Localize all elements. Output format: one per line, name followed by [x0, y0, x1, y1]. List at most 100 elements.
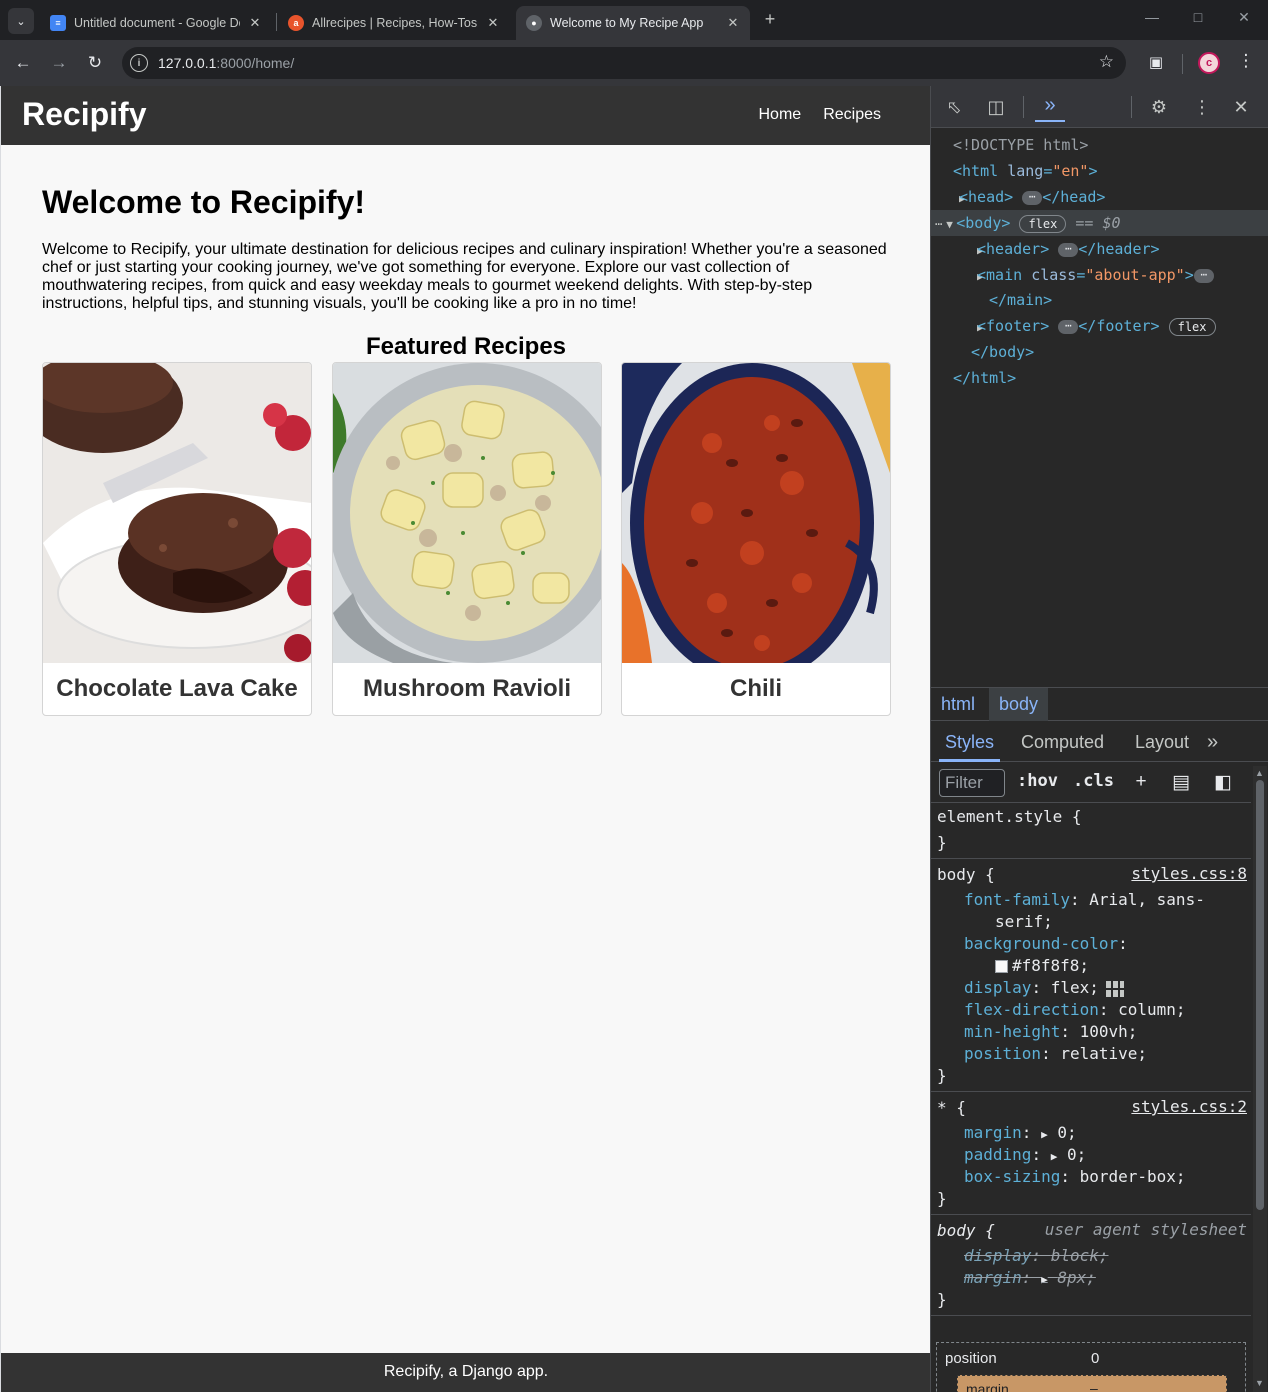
- recipe-card-title[interactable]: Chocolate Lava Cake: [43, 675, 311, 703]
- rule-source-link[interactable]: styles.css:2: [1131, 1097, 1247, 1116]
- recipe-card-title[interactable]: Chili: [622, 675, 890, 703]
- recipe-image-chocolate-lava-cake[interactable]: [43, 363, 311, 663]
- dom-node-head[interactable]: ▶<head> ⋯ </head>: [931, 184, 1268, 210]
- tab-computed[interactable]: Computed: [1021, 722, 1104, 762]
- expand-triangle-icon[interactable]: ▶: [931, 315, 984, 341]
- tab-layout[interactable]: Layout: [1135, 722, 1189, 762]
- bookmark-star-icon[interactable]: ☆: [1099, 52, 1114, 72]
- flexbox-editor-icon[interactable]: [1105, 980, 1125, 998]
- site-info-icon[interactable]: i: [130, 54, 148, 72]
- devtools-menu-icon[interactable]: ⋮: [1189, 95, 1215, 119]
- box-model-position-value[interactable]: 0: [1091, 1350, 1099, 1367]
- device-toolbar-icon[interactable]: ◫: [983, 95, 1009, 119]
- recipe-card-chocolate-lava-cake[interactable]: Chocolate Lava Cake: [42, 362, 312, 716]
- scrollbar-thumb[interactable]: [1256, 780, 1264, 1210]
- prop-display[interactable]: display: flex;: [964, 977, 1125, 999]
- prop-padding[interactable]: padding: ▶ 0;: [964, 1144, 1086, 1168]
- dom-node-body[interactable]: ⋯ ▼ <body> flex == $0: [931, 210, 1268, 236]
- prop-flex-direction[interactable]: flex-direction: column;: [964, 999, 1186, 1021]
- breadcrumb-html[interactable]: html: [931, 688, 985, 721]
- more-tabs-chevron-icon[interactable]: »: [1207, 722, 1218, 762]
- prop-background-color[interactable]: background-color:: [964, 933, 1128, 955]
- window-close-icon[interactable]: ✕: [1229, 9, 1259, 26]
- prop-display-overridden[interactable]: display: block;: [964, 1245, 1109, 1267]
- toggle-sidebar-icon[interactable]: ◧: [1211, 771, 1235, 794]
- close-devtools-icon[interactable]: ✕: [1228, 95, 1254, 119]
- ellipsis-icon[interactable]: ⋯: [1193, 268, 1214, 283]
- dom-node-footer[interactable]: ▶<footer> ⋯ </footer> flex: [931, 313, 1268, 339]
- tab-search-chevron-icon[interactable]: ⌄: [8, 8, 34, 34]
- expand-triangle-icon[interactable]: ▶: [931, 186, 966, 212]
- styles-filter-input[interactable]: Filter: [939, 769, 1005, 797]
- site-brand[interactable]: Recipify: [22, 96, 146, 133]
- extensions-puzzle-icon[interactable]: ▣: [1145, 51, 1167, 73]
- prop-background-color-value[interactable]: #f8f8f8;: [995, 955, 1089, 977]
- forward-arrow-icon[interactable]: →: [47, 51, 71, 75]
- prop-font-family[interactable]: font-family: Arial, sans-: [964, 889, 1205, 911]
- rule-body-styles-css: body { styles.css:8 font-family: Arial, …: [931, 860, 1251, 1092]
- scroll-down-arrow-icon[interactable]: ▼: [1255, 1378, 1264, 1388]
- prop-min-height[interactable]: min-height: 100vh;: [964, 1021, 1137, 1043]
- more-panels-chevron-icon[interactable]: »: [1035, 92, 1065, 122]
- close-icon[interactable]: ✕: [726, 15, 740, 31]
- scroll-up-arrow-icon[interactable]: ▲: [1255, 768, 1264, 778]
- profile-avatar[interactable]: c: [1198, 52, 1220, 74]
- address-bar[interactable]: i 127.0.0.1:8000/home/ ☆: [122, 47, 1126, 79]
- flex-badge[interactable]: flex: [1168, 317, 1216, 336]
- new-tab-plus-icon[interactable]: +: [760, 9, 780, 30]
- recipe-card-title[interactable]: Mushroom Ravioli: [333, 675, 601, 703]
- recipe-card-chili[interactable]: Chili: [621, 362, 891, 716]
- settings-gear-icon[interactable]: ⚙: [1146, 95, 1172, 119]
- dom-node-header[interactable]: ▶<header> ⋯ </header>: [931, 236, 1268, 262]
- rule-source-link[interactable]: styles.css:8: [1131, 864, 1247, 883]
- inspect-element-icon[interactable]: ⬁: [941, 95, 967, 119]
- expand-triangle-icon[interactable]: ▶: [931, 238, 984, 264]
- prop-position[interactable]: position: relative;: [964, 1043, 1147, 1065]
- expand-shorthand-icon[interactable]: ▶: [1051, 1150, 1058, 1163]
- ellipsis-icon[interactable]: ⋯: [1022, 190, 1043, 205]
- close-icon[interactable]: ✕: [486, 15, 500, 31]
- hov-toggle-button[interactable]: :hov: [1017, 771, 1058, 791]
- prop-margin[interactable]: margin: ▶ 0;: [964, 1122, 1077, 1146]
- flex-badge[interactable]: flex: [1019, 214, 1067, 233]
- breadcrumb-body[interactable]: body: [989, 688, 1049, 721]
- rule-selector[interactable]: * {: [937, 1097, 966, 1119]
- collapse-triangle-icon[interactable]: ▼: [942, 212, 956, 238]
- rule-selector[interactable]: body {: [937, 1220, 995, 1242]
- tab-styles[interactable]: Styles: [939, 722, 1001, 762]
- devtools-toolbar: ⬁ ◫ » ⚙ ⋮ ✕: [931, 86, 1268, 128]
- rule-selector[interactable]: body {: [937, 864, 995, 886]
- recipe-image-mushroom-ravioli[interactable]: [333, 363, 601, 663]
- cls-toggle-button[interactable]: .cls: [1073, 771, 1114, 791]
- minimize-icon[interactable]: —: [1137, 9, 1167, 25]
- styles-scrollbar[interactable]: ▲ ▼: [1253, 766, 1267, 1392]
- ellipsis-icon[interactable]: ⋯: [1058, 242, 1079, 257]
- box-model-margin-value[interactable]: –: [1090, 1380, 1098, 1392]
- browser-tab-allrecipes[interactable]: a Allrecipes | Recipes, How-Tos, V ✕: [278, 6, 510, 40]
- new-style-rule-plus-icon[interactable]: +: [1129, 771, 1153, 793]
- nav-link-home[interactable]: Home: [759, 106, 802, 124]
- dom-node-doctype[interactable]: <!DOCTYPE html>: [931, 132, 1268, 158]
- paint-brush-icon[interactable]: ▤: [1169, 771, 1193, 794]
- rule-selector[interactable]: element.style {: [937, 806, 1082, 828]
- ellipsis-icon[interactable]: ⋯: [1058, 319, 1079, 334]
- recipe-image-chili[interactable]: [622, 363, 890, 663]
- back-arrow-icon[interactable]: ←: [11, 51, 35, 75]
- maximize-icon[interactable]: □: [1183, 9, 1213, 25]
- recipe-card-mushroom-ravioli[interactable]: Mushroom Ravioli: [332, 362, 602, 716]
- dom-node-html[interactable]: <html lang="en">: [931, 158, 1268, 184]
- browser-tab-google-docs[interactable]: ≡ Untitled document - Google Do ✕: [40, 6, 272, 40]
- browser-menu-icon[interactable]: ⋮: [1236, 51, 1256, 71]
- color-swatch[interactable]: [995, 960, 1008, 973]
- reload-icon[interactable]: ↻: [83, 51, 107, 75]
- browser-tab-recipe-app[interactable]: ● Welcome to My Recipe App ✕: [516, 6, 750, 40]
- prop-box-sizing[interactable]: box-sizing: border-box;: [964, 1166, 1186, 1188]
- node-actions-icon[interactable]: ⋯: [931, 217, 942, 231]
- dom-node-main[interactable]: ▶<main class="about-app"> ⋯: [931, 262, 1268, 288]
- nav-link-recipes[interactable]: Recipes: [823, 106, 881, 124]
- expand-shorthand-icon[interactable]: ▶: [1041, 1128, 1048, 1141]
- prop-margin-overridden[interactable]: margin: ▶ 8px;: [964, 1267, 1096, 1291]
- url-text[interactable]: 127.0.0.1:8000/home/: [158, 55, 294, 71]
- close-icon[interactable]: ✕: [248, 15, 262, 31]
- expand-shorthand-icon[interactable]: ▶: [1041, 1273, 1048, 1286]
